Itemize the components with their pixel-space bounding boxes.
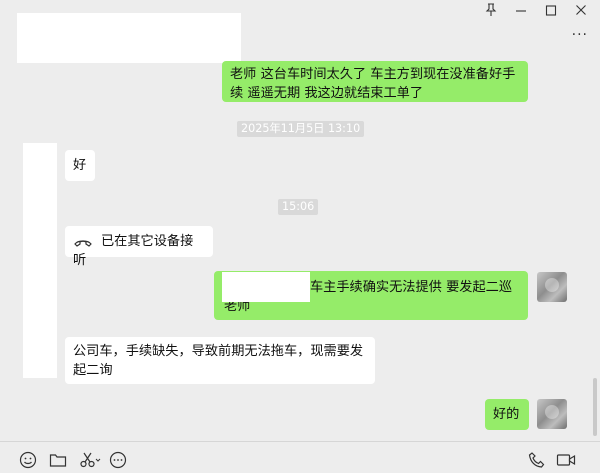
- message-sent-3: 好的: [485, 399, 529, 430]
- pin-icon[interactable]: [482, 3, 500, 19]
- message-text: 好: [73, 158, 87, 173]
- message-text: 公司车，手续缺失，导致前期无法拖车，现需要发起二询: [73, 344, 364, 378]
- phone-hangup-icon: [73, 235, 93, 247]
- emoji-icon[interactable]: [19, 451, 39, 469]
- video-call-icon[interactable]: [556, 451, 576, 469]
- more-options-button[interactable]: ···: [572, 27, 588, 43]
- chat-title-redacted: [17, 13, 241, 63]
- timestamp: 15:06: [278, 199, 319, 215]
- message-received-1: 好: [65, 150, 95, 181]
- scissors-icon[interactable]: [79, 451, 101, 469]
- call-notice-message[interactable]: 已在其它设备接听: [65, 226, 213, 268]
- message-text: 好的: [493, 407, 520, 422]
- voice-call-icon[interactable]: [528, 451, 548, 469]
- message-received-2: 公司车，手续缺失，导致前期无法拖车，现需要发起二询: [65, 337, 375, 384]
- message-sent-1: 老师 这台车时间太久了 车主方到现在没准备好手续 遥遥无期 我这边就结束工单了: [222, 61, 528, 102]
- avatar[interactable]: [537, 399, 567, 429]
- scrollbar[interactable]: [593, 378, 597, 436]
- avatar[interactable]: [537, 272, 567, 302]
- redacted-text: [222, 272, 310, 302]
- folder-icon[interactable]: [49, 451, 69, 469]
- message-text: 老师 这台车时间太久了 车主方到现在没准备好手续 遥遥无期 我这边就结束工单了: [230, 67, 516, 101]
- input-divider: [0, 441, 600, 442]
- chat-history-icon[interactable]: [109, 451, 129, 469]
- contact-avatar-redacted: [23, 143, 57, 378]
- minimize-icon[interactable]: [512, 3, 530, 19]
- timestamp: 2025年11月5日 13:10: [237, 121, 365, 137]
- close-icon[interactable]: [572, 3, 590, 19]
- maximize-icon[interactable]: [542, 3, 560, 19]
